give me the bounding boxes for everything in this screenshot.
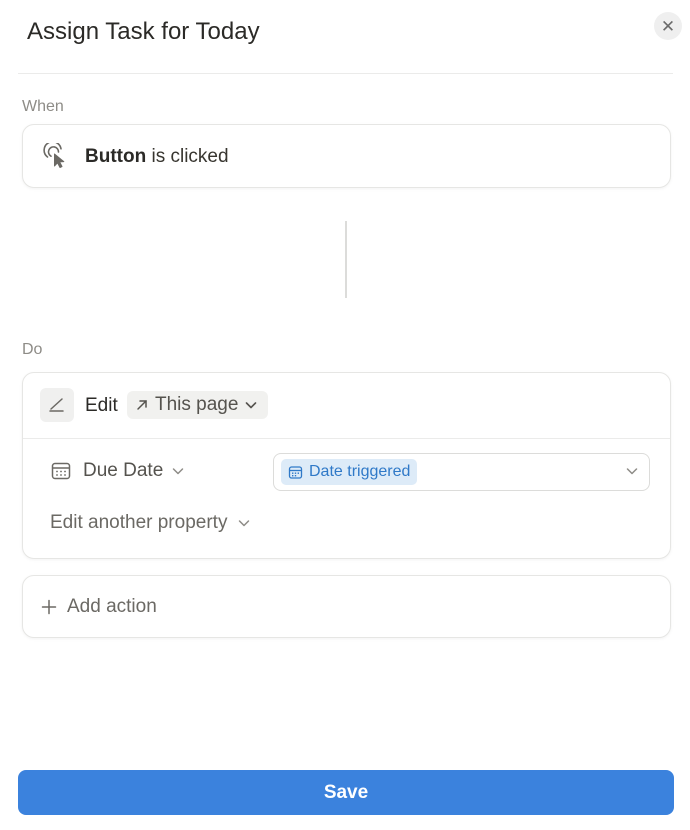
date-triggered-chip: Date triggered — [281, 459, 418, 485]
edit-another-property-button[interactable]: Edit another property — [50, 512, 251, 534]
target-page-label: This page — [155, 394, 239, 415]
edit-another-label: Edit another property — [50, 512, 228, 533]
chevron-down-icon — [171, 464, 185, 478]
property-selector[interactable]: Due Date — [83, 460, 185, 482]
calendar-icon — [288, 465, 303, 480]
add-action-label: Add action — [67, 596, 157, 617]
chevron-down-icon — [244, 398, 258, 412]
action-header: Edit This page — [23, 373, 670, 439]
do-section-label: Do — [22, 341, 43, 358]
arrow-up-right-icon — [135, 398, 149, 412]
property-value-label: Date triggered — [309, 463, 411, 480]
trigger-subject: Button — [85, 146, 147, 167]
plus-icon — [41, 599, 57, 615]
close-button[interactable]: ✕ — [654, 12, 682, 40]
target-page-dropdown[interactable]: This page — [127, 391, 269, 419]
action-verb: Edit — [85, 395, 118, 416]
trigger-description: Button is clicked — [85, 146, 229, 168]
trigger-condition: is clicked — [151, 146, 229, 167]
chevron-down-icon — [237, 516, 251, 530]
add-action-card[interactable]: Add action — [22, 575, 671, 638]
edit-pencil-icon[interactable] — [40, 388, 74, 422]
close-icon: ✕ — [660, 16, 676, 36]
property-value-select[interactable]: Date triggered — [273, 453, 650, 491]
chevron-down-icon — [625, 464, 639, 478]
add-action-button[interactable]: Add action — [41, 596, 157, 618]
calendar-icon — [50, 460, 72, 482]
trigger-card[interactable]: Button is clicked — [22, 124, 671, 188]
action-card: Edit This page Due Date Date triggered E… — [22, 372, 671, 559]
automation-dialog: Assign Task for Today ✕ When Button is c… — [0, 0, 690, 830]
dialog-title: Assign Task for Today — [27, 18, 260, 45]
header-divider — [18, 73, 673, 74]
flow-connector-line — [345, 221, 347, 298]
pointer-click-icon — [43, 143, 69, 169]
property-name: Due Date — [83, 460, 164, 481]
save-button[interactable]: Save — [18, 770, 674, 815]
when-section-label: When — [22, 98, 64, 115]
